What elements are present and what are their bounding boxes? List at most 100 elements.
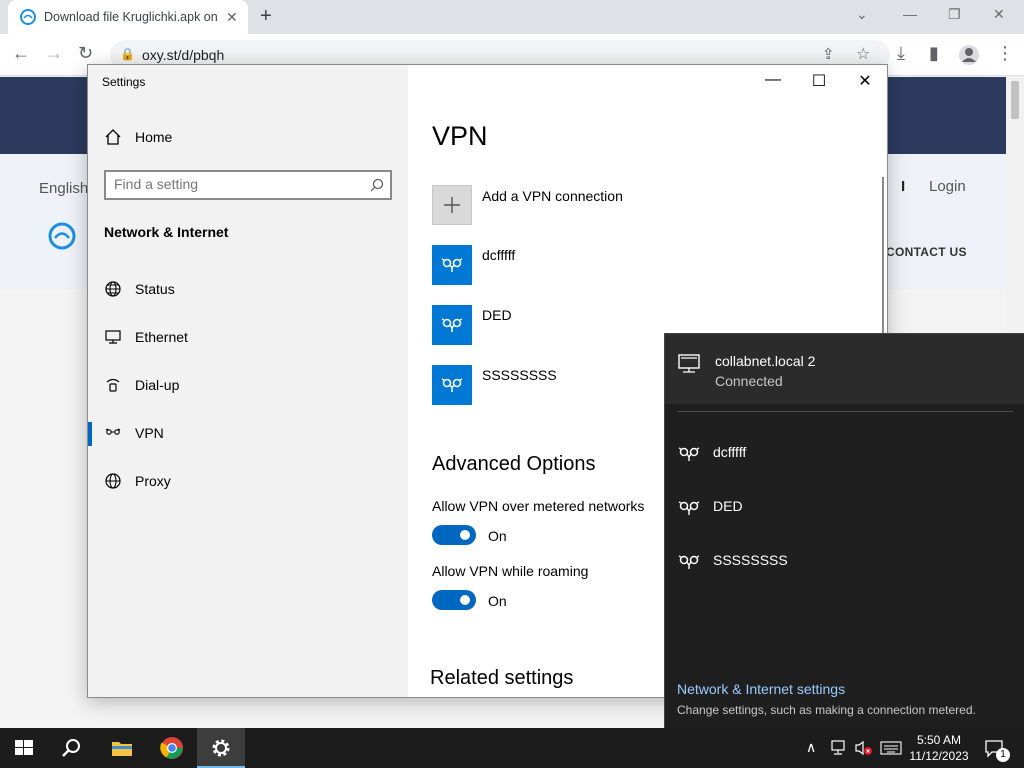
- network-settings-link[interactable]: Network & Internet settings: [677, 681, 845, 697]
- gear-icon: [212, 739, 230, 757]
- site-logo-icon: [48, 222, 76, 250]
- nav-proxy-label: Proxy: [135, 473, 171, 489]
- site-contact-link[interactable]: CONTACT US: [886, 245, 967, 259]
- network-flyout: collabnet.local 2 Connected dcfffff DED …: [664, 333, 1024, 728]
- nav-ethernet-label: Ethernet: [135, 329, 188, 345]
- browser-minimize-button[interactable]: —: [903, 6, 917, 22]
- page-scrollbar-thumb[interactable]: [1011, 81, 1019, 119]
- page-scrollbar[interactable]: [1006, 77, 1024, 333]
- vpn-connection-item[interactable]: dcfffff: [432, 245, 872, 285]
- nav-vpn[interactable]: VPN: [88, 414, 408, 454]
- vpn-tile: [432, 365, 472, 405]
- windows-logo-icon: [15, 740, 33, 755]
- vpn-tile: [432, 305, 472, 345]
- flyout-vpn-item[interactable]: SSSSSSSS: [665, 540, 1024, 580]
- network-settings-description: Change settings, such as making a connec…: [677, 703, 976, 717]
- browser-tab-title: Download file Kruglichki.apk on: [44, 10, 218, 24]
- globe-icon: [105, 473, 121, 489]
- download-icon[interactable]: ⤓: [897, 43, 905, 64]
- taskbar-clock[interactable]: 5:50 AM 11/12/2023: [904, 732, 974, 764]
- lock-icon: 🔒: [120, 47, 135, 61]
- clock-time: 5:50 AM: [916, 733, 962, 747]
- vpn-icon: [678, 447, 700, 461]
- flyout-vpn-item[interactable]: DED: [665, 486, 1024, 526]
- toggle-knob: [460, 595, 470, 605]
- nav-home[interactable]: Home: [88, 118, 408, 158]
- roaming-toggle[interactable]: [432, 590, 476, 610]
- browser-tab[interactable]: Download file Kruglichki.apk on ✕: [8, 0, 248, 34]
- taskbar-chrome[interactable]: [148, 728, 196, 768]
- nav-dialup[interactable]: Dial-up: [88, 366, 408, 406]
- tray-chevron-up-icon[interactable]: ∧: [806, 739, 816, 756]
- site-nav-divider: I: [901, 178, 906, 195]
- taskbar-settings[interactable]: [197, 728, 245, 768]
- folder-icon: [112, 742, 132, 756]
- volume-muted-icon[interactable]: [854, 740, 874, 756]
- settings-close-button[interactable]: ✕: [850, 71, 880, 91]
- keyboard-icon[interactable]: [880, 740, 902, 756]
- profile-avatar-icon[interactable]: [958, 44, 980, 66]
- vpn-icon: [678, 555, 700, 569]
- vpn-connection-name: DED: [482, 307, 512, 323]
- search-icon: [62, 739, 80, 757]
- flyout-vpn-name: DED: [713, 498, 743, 514]
- browser-menu-icon[interactable]: ⋮: [996, 43, 1014, 64]
- home-icon: [105, 129, 121, 145]
- roaming-option-label: Allow VPN while roaming: [432, 563, 589, 579]
- dialup-icon: [106, 378, 120, 392]
- back-icon[interactable]: ←: [12, 43, 30, 64]
- side-panel-icon[interactable]: ▮: [929, 43, 939, 64]
- tab-close-icon[interactable]: ✕: [226, 9, 238, 26]
- start-button[interactable]: [0, 728, 48, 768]
- settings-search-input[interactable]: [114, 176, 364, 192]
- roaming-toggle-state: On: [488, 593, 507, 609]
- settings-minimize-button[interactable]: —: [758, 71, 788, 89]
- new-tab-button[interactable]: +: [260, 5, 272, 28]
- taskbar-file-explorer[interactable]: [98, 728, 146, 768]
- nav-dialup-label: Dial-up: [135, 377, 180, 393]
- nav-status[interactable]: Status: [88, 270, 408, 310]
- nav-section-title: Network & Internet: [104, 224, 229, 240]
- clock-date: 11/12/2023: [909, 749, 969, 763]
- browser-close-button[interactable]: ✕: [993, 6, 1005, 23]
- vpn-icon: [441, 258, 463, 272]
- vpn-connection-name: SSSSSSSS: [482, 367, 557, 383]
- vpn-connection-name: dcfffff: [482, 247, 516, 263]
- plus-icon: [444, 197, 460, 213]
- nav-proxy[interactable]: Proxy: [88, 462, 408, 502]
- taskbar-search-button[interactable]: [48, 728, 96, 768]
- chrome-icon: [160, 737, 183, 759]
- browser-tabbar: Download file Kruglichki.apk on ✕ + ⌄ — …: [0, 0, 1024, 34]
- flyout-vpn-name: dcfffff: [713, 444, 747, 460]
- settings-window-title: Settings: [102, 75, 146, 89]
- browser-restore-button[interactable]: ❐: [948, 6, 961, 23]
- site-login-link[interactable]: Login: [929, 178, 966, 195]
- nav-ethernet[interactable]: Ethernet: [88, 318, 408, 358]
- vpn-tile: [432, 245, 472, 285]
- share-icon[interactable]: ⇪: [822, 45, 835, 63]
- ethernet-icon: [105, 330, 121, 344]
- current-network-item[interactable]: collabnet.local 2 Connected: [665, 334, 1024, 404]
- site-language-selector[interactable]: English: [39, 180, 88, 197]
- tab-search-icon[interactable]: ⌄: [856, 6, 868, 23]
- related-settings-heading: Related settings: [430, 667, 574, 689]
- reload-icon[interactable]: ↻: [78, 43, 93, 64]
- metered-toggle-state: On: [488, 528, 507, 544]
- network-tray-icon[interactable]: [830, 740, 848, 756]
- flyout-vpn-item[interactable]: dcfffff: [665, 432, 1024, 472]
- metered-toggle[interactable]: [432, 525, 476, 545]
- forward-icon[interactable]: →: [45, 43, 63, 64]
- nav-status-label: Status: [135, 281, 175, 297]
- settings-maximize-button[interactable]: ☐: [804, 71, 834, 91]
- site-favicon-icon: [20, 9, 36, 25]
- ethernet-icon: [678, 354, 700, 373]
- bookmark-star-icon[interactable]: ☆: [856, 44, 870, 64]
- notification-center-button[interactable]: 1: [984, 738, 1010, 765]
- taskbar: ∧ 5:50 AM 11/12/2023 1: [0, 728, 1024, 768]
- add-vpn-button[interactable]: Add a VPN connection: [432, 185, 872, 225]
- vpn-icon: [105, 428, 121, 435]
- vpn-icon: [441, 318, 463, 332]
- search-icon: [370, 178, 384, 192]
- page-title: VPN: [432, 121, 488, 151]
- settings-search-box[interactable]: [104, 170, 392, 200]
